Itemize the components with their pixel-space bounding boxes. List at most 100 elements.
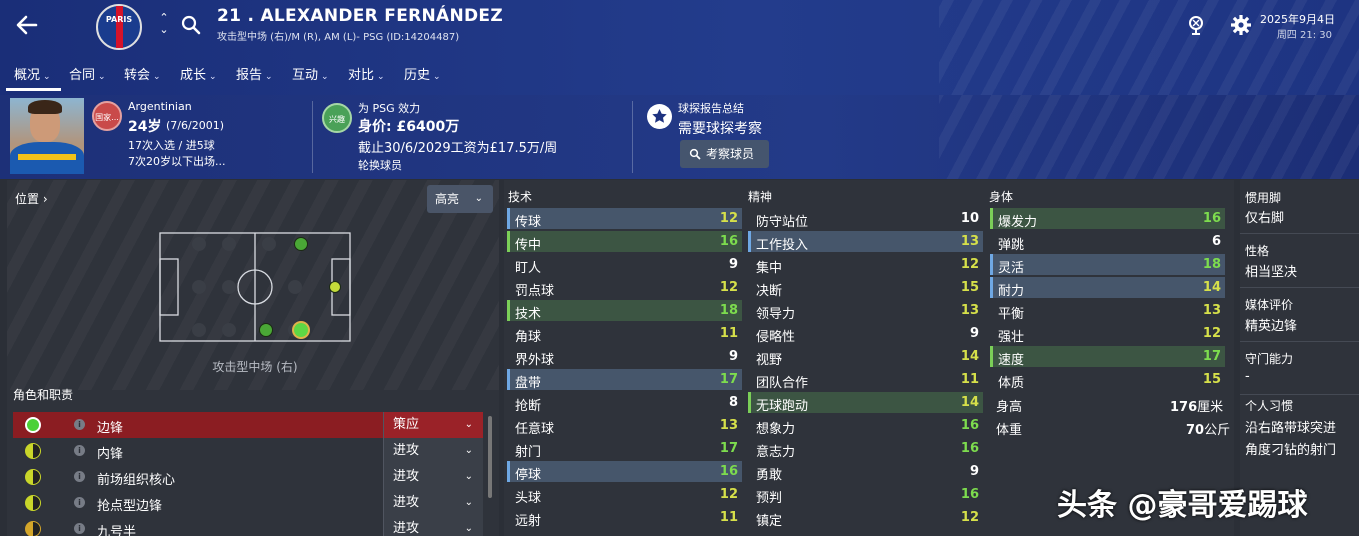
info-icon[interactable]: i [74,471,85,482]
attribute-name: 远射 [515,514,542,529]
trophy-globe-icon[interactable] [1185,14,1207,36]
interest-badge[interactable]: 兴趣 [322,103,352,133]
highlight-dropdown[interactable]: 高亮 ⌄ [427,185,493,213]
attribute-row[interactable]: 平衡 13 [990,300,1225,322]
attribute-row[interactable]: 预判 16 [748,484,983,506]
chevron-down-icon: ⌄ [464,497,473,508]
attribute-row[interactable]: 罚点球 12 [507,277,742,299]
attribute-row[interactable]: 集中 12 [748,254,983,276]
attribute-row[interactable]: 镇定 12 [748,507,983,529]
attribute-row[interactable]: 射门 17 [507,438,742,460]
attribute-row[interactable]: 体质 15 [990,369,1225,391]
attribute-row[interactable]: 速度 17 [990,346,1225,368]
attribute-row[interactable]: 勇敢 9 [748,461,983,483]
attribute-name: 体质 [998,376,1025,391]
u20-caps[interactable]: 7次20岁以下出场... [128,153,226,169]
pitch-position-label: 攻击型中场 (右) [212,360,298,374]
back-arrow-icon[interactable] [14,12,40,38]
highlight-edge [748,231,751,252]
highlight-edge [507,369,510,390]
attribute-row[interactable]: 强壮 12 [990,323,1225,345]
attribute-value: 12 [1202,326,1221,341]
role-row[interactable]: i 九号半 进攻 ⌄ [13,516,483,536]
role-row[interactable]: i 抢点型边锋 进攻 ⌄ [13,490,483,516]
nationality-badge[interactable]: 国家... [92,101,122,131]
attribute-name: 耐力 [998,284,1025,299]
attribute-name: 想象力 [756,422,796,437]
position-link[interactable]: 位置 › [15,190,48,207]
gear-icon[interactable] [1230,14,1252,36]
attribute-row[interactable]: 领导力 13 [748,300,983,322]
attribute-row[interactable]: 意志力 16 [748,438,983,460]
chevron-down-icon: ⌄ [464,445,473,456]
attribute-row[interactable]: 传球 12 [507,208,742,230]
tab-overview[interactable]: 概况 ⌄ [14,64,51,83]
scout-player-button[interactable]: 考察球员 [680,140,769,168]
attribute-row[interactable]: 无球跑动 14 [748,392,983,414]
attribute-row[interactable]: 灵活 18 [990,254,1225,276]
role-duty-dropdown[interactable]: 进攻 ⌄ [383,516,483,536]
info-icon[interactable]: i [74,445,85,456]
pitch-slot [222,323,236,337]
tab-contract[interactable]: 合同 ⌄ [69,64,106,83]
search-icon[interactable] [180,14,202,36]
tab-history[interactable]: 历史 ⌄ [404,64,441,83]
attribute-row[interactable]: 角球 11 [507,323,742,345]
header-bar: PARIS ⌃ ⌄ 21 . ALEXANDER FERNÁNDEZ 攻击型中场… [0,0,1359,95]
club-crest[interactable]: PARIS [96,4,142,50]
attribute-row[interactable]: 远射 11 [507,507,742,529]
chevron-down-icon: ⌄ [265,72,273,82]
info-icon[interactable]: i [74,419,85,430]
role-duty-dropdown[interactable]: 进攻 ⌄ [383,464,483,490]
attribute-row[interactable]: 耐力 14 [990,277,1225,299]
role-duty-dropdown[interactable]: 进攻 ⌄ [383,490,483,516]
info-icon[interactable]: i [74,497,85,508]
attribute-row[interactable]: 任意球 13 [507,415,742,437]
watermark: 头条 @豪哥爱踢球 [1057,488,1308,523]
attribute-name: 强壮 [998,330,1025,345]
tab-interaction[interactable]: 互动 ⌄ [292,64,329,83]
attribute-row[interactable]: 团队合作 11 [748,369,983,391]
mental-header: 精神 [748,190,773,204]
attribute-row[interactable]: 盘带 17 [507,369,742,391]
attribute-row[interactable]: 盯人 9 [507,254,742,276]
roles-scrollbar[interactable] [488,416,492,498]
attribute-row[interactable]: 防守站位 10 [748,208,983,230]
role-duty-dropdown[interactable]: 策应 ⌄ [383,412,483,438]
attribute-value: 6 [1211,234,1221,249]
attribute-row[interactable]: 技术 18 [507,300,742,322]
attribute-row[interactable]: 工作投入 13 [748,231,983,253]
attribute-row[interactable]: 想象力 16 [748,415,983,437]
attribute-row[interactable]: 抢断 8 [507,392,742,414]
tab-reports[interactable]: 报告 ⌄ [236,64,273,83]
tab-compare[interactable]: 对比 ⌄ [348,64,385,83]
position-pitch[interactable] [159,232,351,342]
pitch-slot [222,237,236,251]
divider [1240,394,1359,395]
attribute-row[interactable]: 弹跳 6 [990,231,1225,253]
tab-transfer[interactable]: 转会 ⌄ [124,64,161,83]
role-row[interactable]: i 内锋 进攻 ⌄ [13,438,483,464]
attribute-name: 爆发力 [998,215,1038,230]
attribute-row[interactable]: 视野 14 [748,346,983,368]
chevron-down-icon[interactable]: ⌄ [157,24,171,36]
attribute-row[interactable]: 停球 16 [507,461,742,483]
attribute-row[interactable]: 传中 16 [507,231,742,253]
info-icon[interactable]: i [74,523,85,534]
role-name: 内锋 [97,447,124,462]
role-row[interactable]: i 边锋 策应 ⌄ [13,412,483,438]
pitch-slot [288,280,302,294]
prev-next-player-arrows[interactable]: ⌃ ⌄ [157,12,171,40]
preferred-foot-label: 惯用脚 [1245,191,1282,205]
attribute-row[interactable]: 头球 12 [507,484,742,506]
photo-hair [28,100,62,114]
tab-development[interactable]: 成长 ⌄ [180,64,217,83]
attribute-row[interactable]: 界外球 9 [507,346,742,368]
role-duty-dropdown[interactable]: 进攻 ⌄ [383,438,483,464]
chevron-down-icon: ⌄ [464,419,473,430]
attribute-row[interactable]: 爆发力 16 [990,208,1225,230]
attribute-row[interactable]: 决断 15 [748,277,983,299]
role-row[interactable]: i 前场组织核心 进攻 ⌄ [13,464,483,490]
scout-button-label: 考察球员 [706,147,755,161]
attribute-row[interactable]: 侵略性 9 [748,323,983,345]
